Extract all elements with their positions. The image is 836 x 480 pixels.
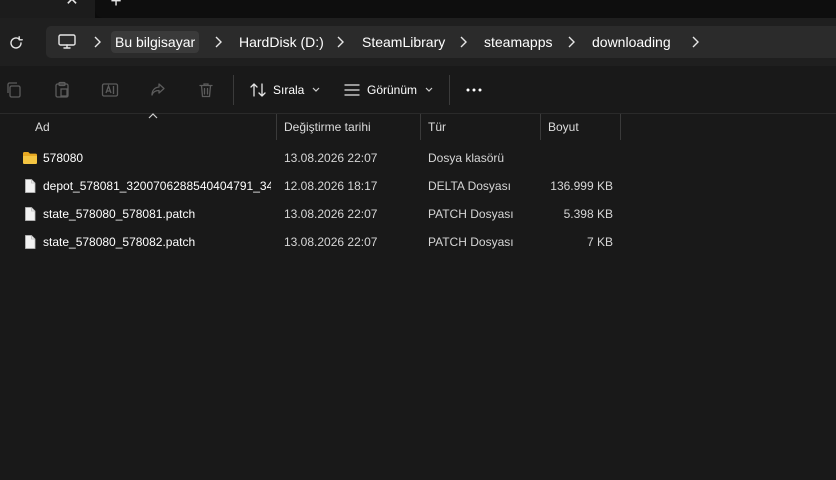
share-icon[interactable] — [148, 80, 168, 100]
column-divider[interactable] — [620, 114, 621, 140]
refresh-icon — [10, 36, 23, 49]
sort-button[interactable]: Sırala — [249, 76, 320, 104]
paste-icon[interactable] — [52, 80, 72, 100]
column-type[interactable]: Tür — [428, 114, 538, 140]
address-bar[interactable]: Bu bilgisayar HardDisk (D:) SteamLibrary… — [46, 26, 836, 58]
more-options-button[interactable] — [462, 76, 486, 104]
breadcrumb-this-pc[interactable]: Bu bilgisayar — [111, 31, 200, 53]
file-type: PATCH Dosyası — [428, 207, 514, 221]
file-name: depot_578081_3200706288540404791_341... — [43, 179, 271, 193]
column-divider[interactable] — [276, 114, 277, 140]
view-label: Görünüm — [367, 83, 418, 97]
list-item[interactable]: 578080 13.08.2026 22:07 Dosya klasörü — [0, 144, 836, 172]
file-icon — [25, 235, 36, 249]
view-button[interactable]: Görünüm — [343, 76, 433, 104]
chevron-down-icon — [425, 87, 433, 92]
chevron-right-icon[interactable] — [457, 34, 469, 50]
file-type: DELTA Dosyası — [428, 179, 511, 193]
list-item[interactable]: state_578080_578081.patch 13.08.2026 22:… — [0, 200, 836, 228]
file-name: state_578080_578082.patch — [43, 235, 196, 249]
list-item[interactable]: state_578080_578082.patch 13.08.2026 22:… — [0, 228, 836, 256]
more-icon — [466, 88, 482, 92]
sort-icon — [250, 83, 266, 97]
file-type: PATCH Dosyası — [428, 235, 514, 249]
file-date: 13.08.2026 22:07 — [284, 235, 378, 249]
file-date: 12.08.2026 18:17 — [284, 179, 378, 193]
file-size: 136.999 KB — [550, 179, 613, 193]
file-date: 13.08.2026 22:07 — [284, 151, 378, 165]
active-tab[interactable]: ✕ — [0, 0, 95, 18]
file-type: Dosya klasörü — [428, 151, 505, 165]
breadcrumb-steamapps[interactable]: steamapps — [480, 31, 556, 53]
file-icon — [25, 207, 36, 221]
toolbar-divider — [449, 75, 450, 105]
folder-icon — [23, 152, 37, 164]
breadcrumb-steamlibrary[interactable]: SteamLibrary — [358, 31, 449, 53]
column-name[interactable]: Ad — [35, 114, 275, 140]
column-size[interactable]: Boyut — [548, 114, 618, 140]
toolbar-divider — [233, 75, 234, 105]
view-icon — [344, 84, 360, 96]
column-divider[interactable] — [420, 114, 421, 140]
breadcrumb-harddisk[interactable]: HardDisk (D:) — [235, 31, 328, 53]
new-tab-icon[interactable]: + — [107, 0, 125, 11]
chevron-right-icon[interactable] — [565, 34, 577, 50]
chevron-right-icon[interactable] — [212, 34, 224, 50]
delete-icon[interactable] — [196, 80, 216, 100]
chevron-down-icon — [312, 87, 320, 92]
close-tab-icon[interactable]: ✕ — [64, 0, 80, 9]
column-date[interactable]: Değiştirme tarihi — [284, 114, 419, 140]
file-name: 578080 — [43, 151, 84, 165]
tab-strip: ✕ + — [0, 0, 836, 18]
command-bar: Sırala Görünüm — [0, 66, 836, 114]
copy-icon[interactable] — [4, 80, 24, 100]
file-date: 13.08.2026 22:07 — [284, 207, 378, 221]
chevron-right-icon[interactable] — [91, 34, 103, 50]
file-size: 7 KB — [586, 235, 613, 249]
file-size: 5.398 KB — [563, 207, 613, 221]
chevron-right-icon[interactable] — [334, 34, 346, 50]
refresh-button[interactable] — [3, 30, 29, 56]
chevron-right-icon[interactable] — [689, 34, 701, 50]
column-divider[interactable] — [540, 114, 541, 140]
address-row: Bu bilgisayar HardDisk (D:) SteamLibrary… — [0, 18, 836, 66]
list-item[interactable]: depot_578081_3200706288540404791_341... … — [0, 172, 836, 200]
tab-strip-background — [95, 0, 836, 18]
computer-icon — [58, 34, 76, 49]
sort-label: Sırala — [273, 83, 305, 97]
breadcrumb-downloading[interactable]: downloading — [588, 31, 675, 53]
file-size — [543, 144, 613, 172]
file-icon — [25, 179, 36, 193]
file-name: state_578080_578081.patch — [43, 207, 196, 221]
rename-icon[interactable] — [100, 80, 120, 100]
column-header-row: Ad Değiştirme tarihi Tür Boyut — [0, 113, 836, 140]
